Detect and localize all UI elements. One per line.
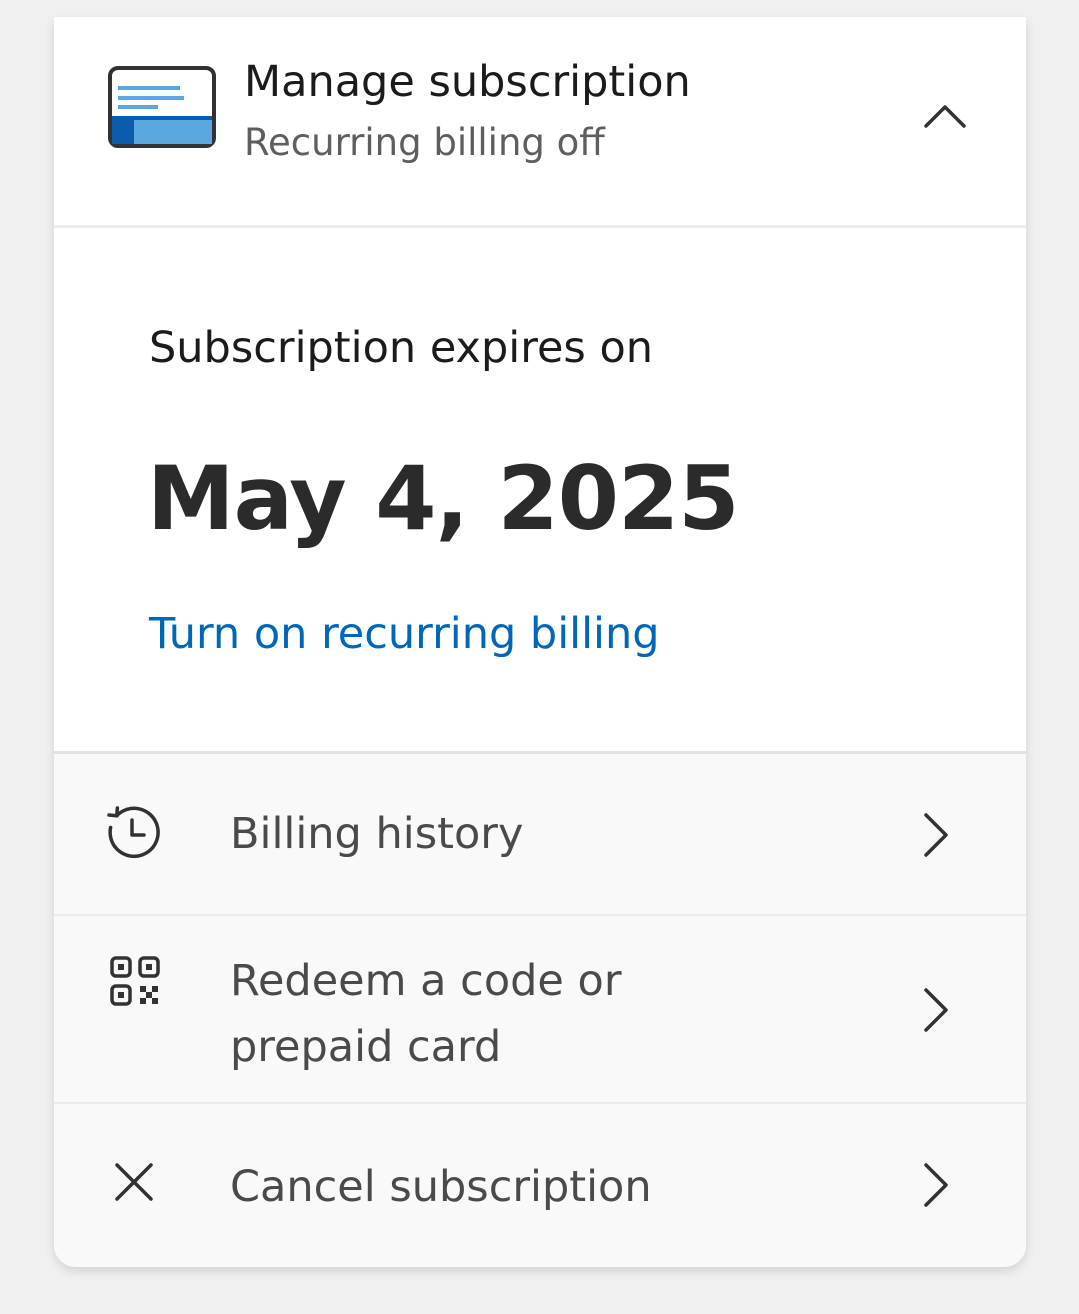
chevron-right-icon xyxy=(922,812,950,862)
menu-item-label: Redeem a code or prepaid card xyxy=(230,956,622,1072)
menu-item-billing-history[interactable]: Billing history xyxy=(54,754,1026,914)
turn-on-recurring-billing-link[interactable]: Turn on recurring billing xyxy=(149,609,660,659)
subscription-card-icon xyxy=(108,66,216,152)
chevron-right-icon xyxy=(922,1162,950,1212)
header-subtitle: Recurring billing off xyxy=(244,121,605,164)
header-title: Manage subscription xyxy=(244,57,691,107)
chevron-right-icon xyxy=(922,987,950,1037)
expires-label: Subscription expires on xyxy=(149,323,654,373)
menu-item-redeem-code[interactable]: Redeem a code or prepaid card xyxy=(54,914,1026,1104)
menu-item-cancel-subscription[interactable]: Cancel subscription xyxy=(54,1102,1026,1267)
subscription-menu: Billing history Redeem a code or prepaid… xyxy=(54,751,1026,1267)
qr-code-icon xyxy=(110,956,160,1010)
close-icon xyxy=(114,1162,154,1206)
expires-date: May 4, 2025 xyxy=(147,447,739,550)
subscription-header[interactable]: Manage subscription Recurring billing of… xyxy=(54,17,1026,228)
history-icon xyxy=(106,805,162,865)
collapse-button[interactable] xyxy=(912,85,978,151)
chevron-up-icon xyxy=(923,103,967,133)
menu-item-label: Billing history xyxy=(230,809,524,859)
menu-item-label: Cancel subscription xyxy=(230,1162,652,1212)
subscription-card: Manage subscription Recurring billing of… xyxy=(54,17,1026,1267)
